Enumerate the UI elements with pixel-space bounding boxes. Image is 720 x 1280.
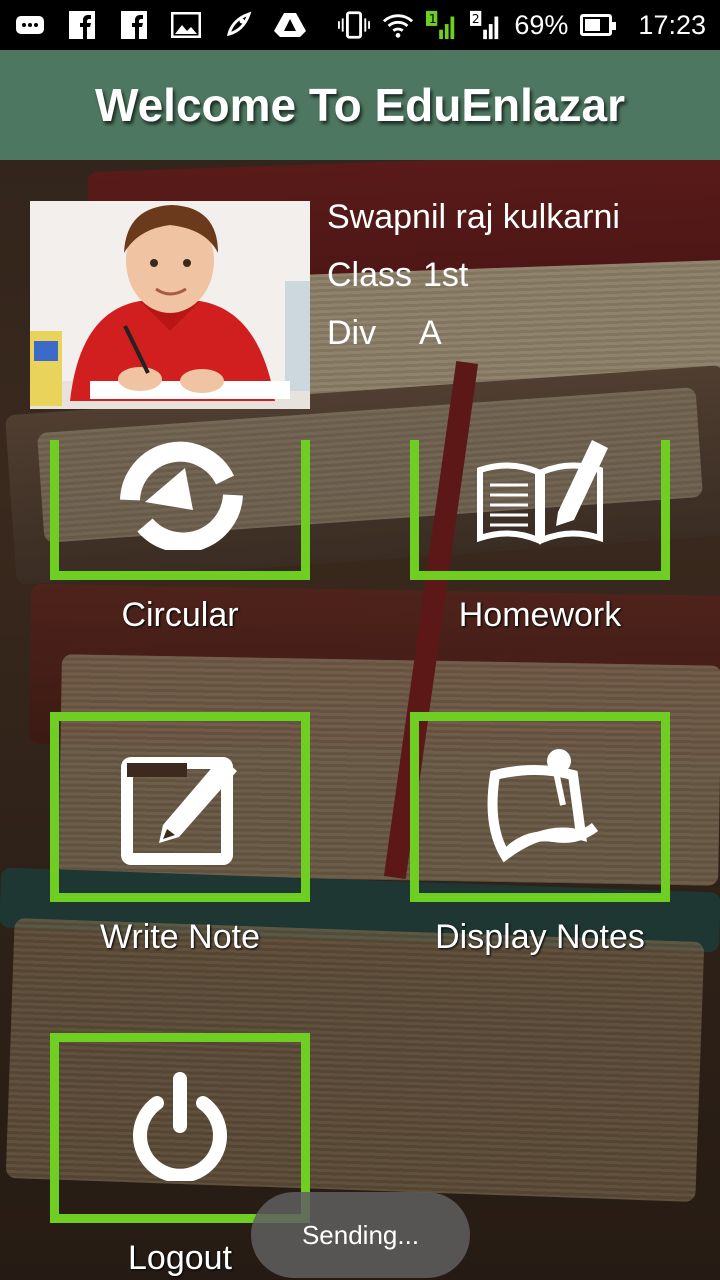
write-note-frame[interactable] [50,712,310,902]
write-note-button[interactable]: Write Note [50,712,310,957]
message-icon [14,9,46,41]
write-note-label: Write Note [100,918,260,956]
student-class: Class 1st [327,254,620,312]
book-pencil-icon [470,440,610,555]
homework-button[interactable]: Homework [410,440,670,635]
power-icon [125,1071,235,1186]
toast-message: Sending... [251,1192,470,1278]
circular-label: Circular [121,596,239,634]
refresh-arrow-icon [115,440,245,555]
facebook-icon [66,9,98,41]
circular-button[interactable]: Circular [50,440,310,635]
pinned-note-icon [475,745,605,870]
display-notes-button[interactable]: Display Notes [410,712,670,957]
student-division: Div A [327,312,620,370]
clock: 17:23 [638,9,706,40]
status-bar: 1 2 69% 17:23 [0,0,720,50]
page-title: Welcome To EduEnlazar [95,79,625,131]
student-info: Swapnil raj kulkarni Class 1st Div A [327,196,620,370]
battery-percent: 69% [514,9,569,40]
homework-frame[interactable] [410,440,670,580]
student-name: Swapnil raj kulkarni [327,198,620,236]
display-notes-frame[interactable] [410,712,670,902]
svg-text:2: 2 [472,12,480,26]
div-label: Div [327,314,377,352]
sim1-signal-icon: 1 [426,9,458,41]
rocket-icon [222,9,254,41]
homework-label: Homework [458,596,622,634]
sim2-signal-icon: 2 [470,9,502,41]
student-photo [30,201,310,409]
wifi-icon [382,9,414,41]
logout-frame[interactable] [50,1033,310,1223]
class-value: 1st [423,256,469,294]
circular-frame[interactable] [50,440,310,580]
drive-icon [274,9,306,41]
display-notes-label: Display Notes [435,918,645,956]
app-header: Welcome To EduEnlazar [0,50,720,160]
battery-icon [580,14,617,36]
div-value: A [419,314,442,352]
vibrate-icon [338,9,371,41]
facebook-icon [118,9,150,41]
svg-text:1: 1 [429,12,437,26]
edit-note-icon [115,745,245,870]
class-label: Class [327,256,413,294]
gallery-icon [170,9,202,41]
